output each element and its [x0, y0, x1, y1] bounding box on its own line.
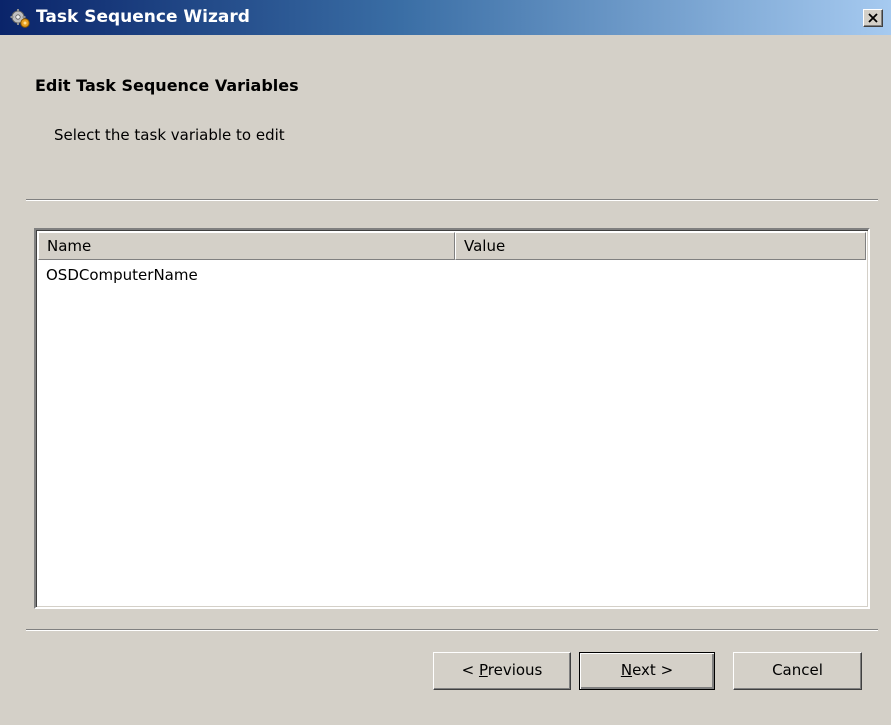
next-button[interactable]: Next >	[579, 652, 715, 690]
previous-button[interactable]: < Previous	[433, 652, 571, 690]
column-header-value[interactable]: Value	[455, 232, 866, 260]
close-icon	[868, 13, 878, 23]
next-button-label: ext >	[632, 661, 674, 679]
window-title: Task Sequence Wizard	[36, 7, 250, 27]
variables-list[interactable]: Name Value OSDComputerName	[34, 228, 870, 609]
list-header: Name Value	[38, 232, 866, 260]
list-item-name: OSDComputerName	[46, 266, 198, 284]
cancel-button-label: Cancel	[772, 661, 823, 679]
footer-divider	[26, 629, 878, 631]
previous-button-prefix: <	[461, 661, 479, 679]
task-sequence-gear-icon	[10, 9, 30, 28]
wizard-window: Task Sequence Wizard Edit Task Sequence …	[0, 0, 891, 725]
previous-button-label: revious	[487, 661, 543, 679]
cancel-button[interactable]: Cancel	[733, 652, 862, 690]
title-bar[interactable]: Task Sequence Wizard	[0, 0, 891, 35]
page-title: Edit Task Sequence Variables	[35, 76, 299, 95]
column-header-name[interactable]: Name	[38, 232, 455, 260]
list-item[interactable]: OSDComputerName	[46, 266, 198, 284]
close-button[interactable]	[863, 9, 883, 27]
page-subtitle: Select the task variable to edit	[54, 126, 285, 144]
next-button-accel: N	[620, 661, 633, 679]
header-divider	[26, 199, 878, 201]
previous-button-accel: P	[478, 661, 488, 679]
